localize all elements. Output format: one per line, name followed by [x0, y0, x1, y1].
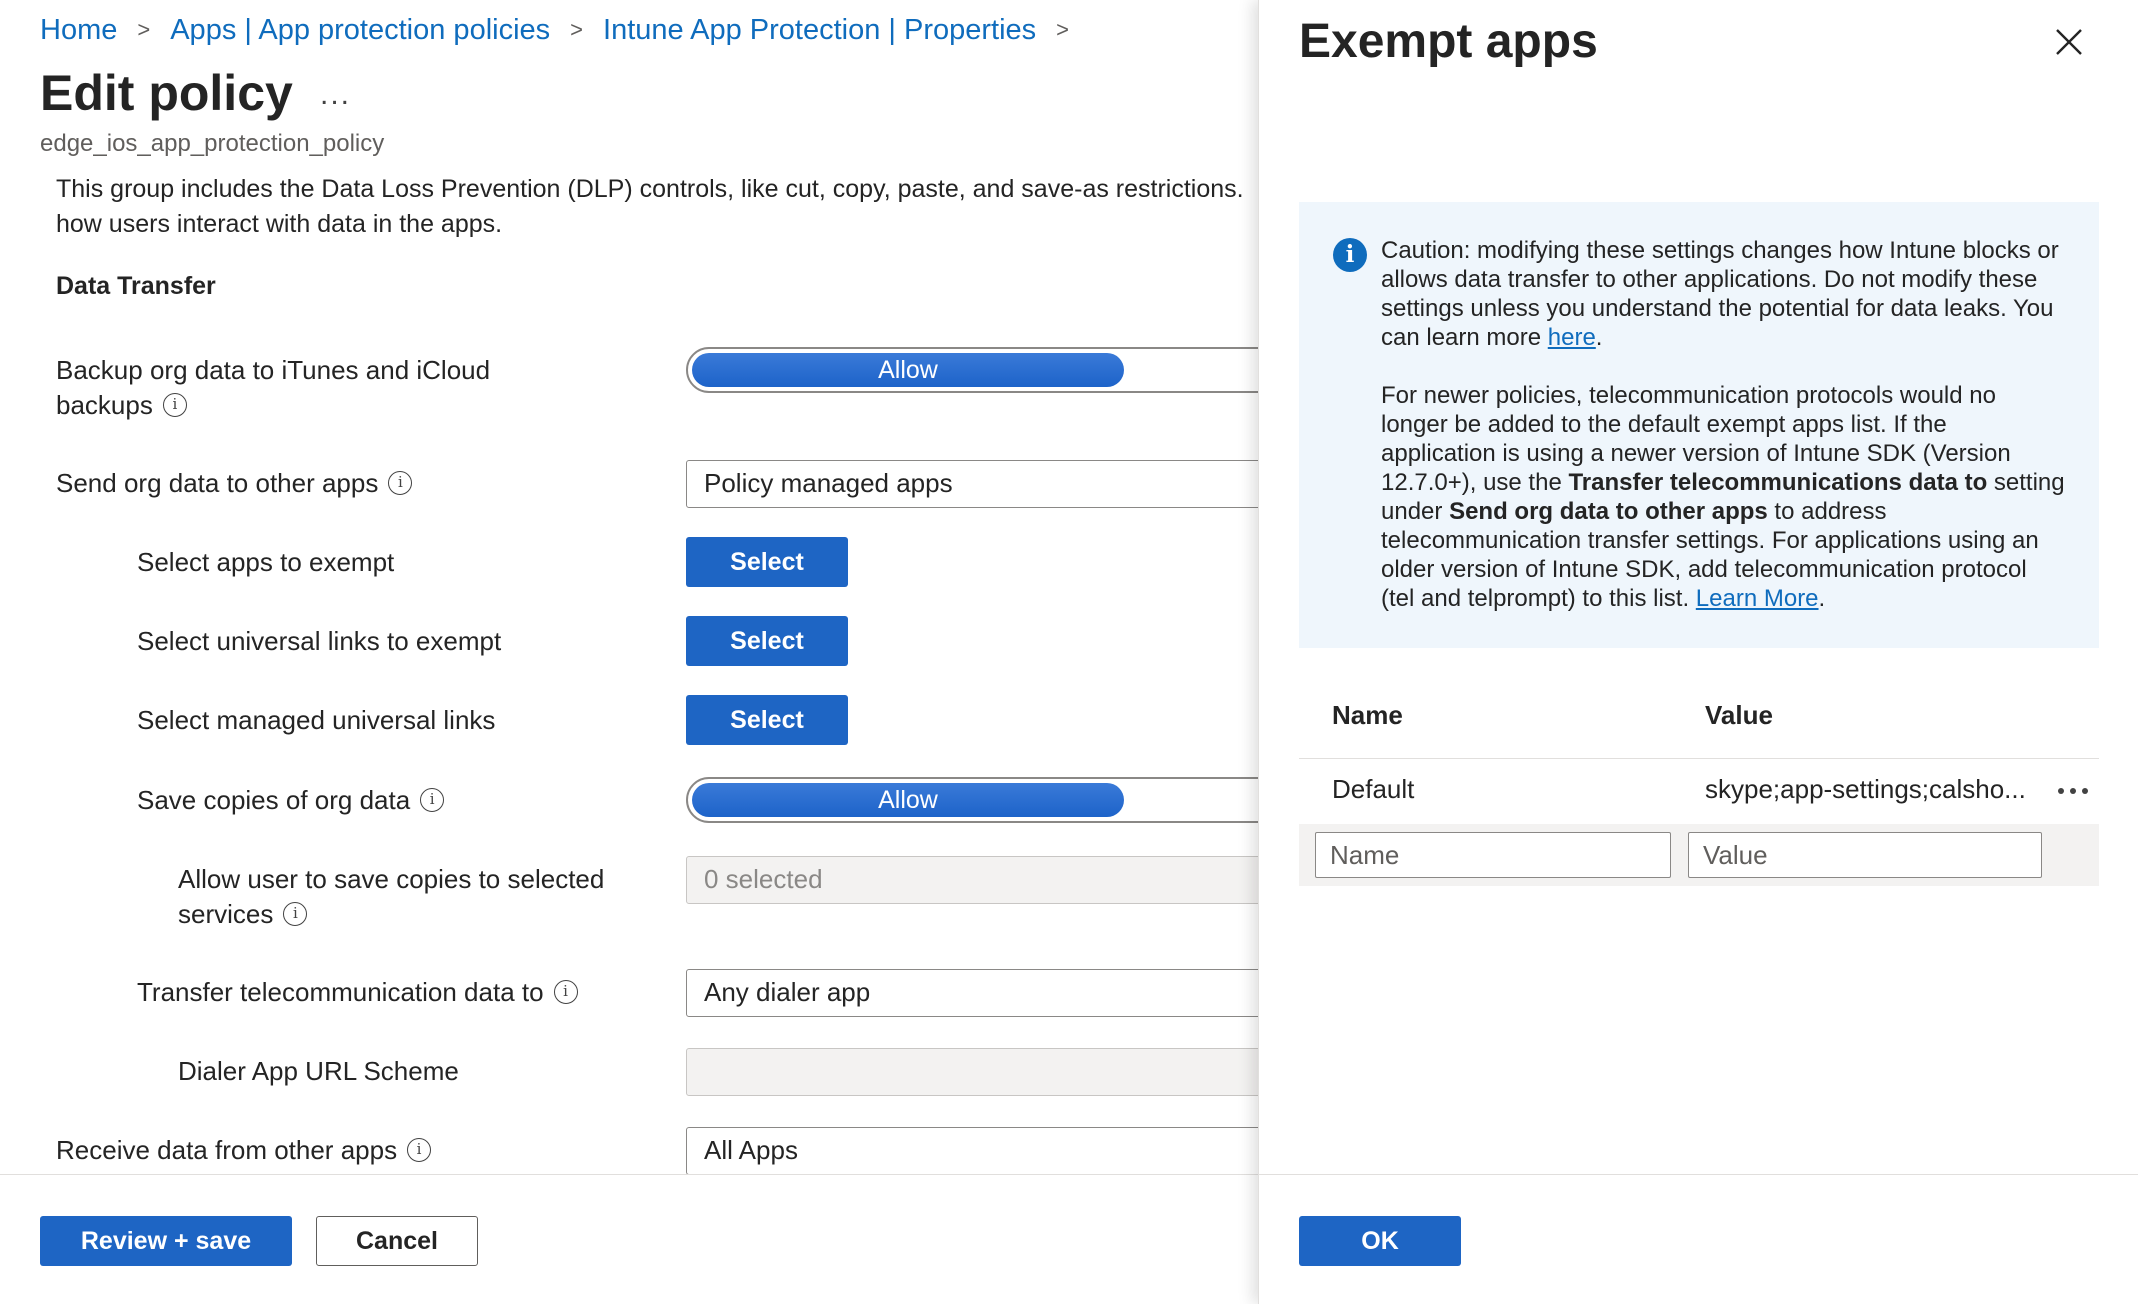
telecom-label: Transfer telecommunication data to i	[137, 975, 578, 1010]
page-title: Edit policy	[40, 65, 293, 121]
caution-infobox: i Caution: modifying these settings chan…	[1299, 202, 2099, 648]
save-services-dropdown: 0 selected	[686, 856, 1258, 904]
info-icon[interactable]: i	[283, 902, 308, 927]
backup-toggle[interactable]: Allow	[686, 347, 1258, 393]
toggle-allow-option[interactable]: Allow	[692, 353, 1124, 387]
ok-button[interactable]: OK	[1299, 1216, 1461, 1266]
select-exempt-apps-button[interactable]: Select	[686, 537, 848, 587]
info-icon[interactable]: i	[420, 788, 445, 813]
learn-more-here-link[interactable]: here	[1548, 324, 1596, 351]
section-description: This group includes the Data Loss Preven…	[56, 175, 1244, 238]
chevron-right-icon: >	[137, 17, 151, 42]
exempt-links-label: Select universal links to exempt	[137, 626, 502, 656]
exempt-apps-label: Select apps to exempt	[137, 547, 395, 577]
receive-data-label: Receive data from other apps i	[56, 1133, 432, 1168]
section-heading-data-transfer: Data Transfer	[56, 272, 216, 300]
breadcrumb-properties[interactable]: Intune App Protection | Properties	[603, 14, 1036, 47]
row-more-options-icon[interactable]	[2053, 774, 2093, 808]
name-input[interactable]	[1315, 832, 1671, 878]
cancel-button[interactable]: Cancel	[316, 1216, 478, 1266]
panel-footer: OK	[1259, 1174, 2138, 1304]
chevron-right-icon: >	[1056, 17, 1070, 42]
edit-policy-page: Home > Apps | App protection policies > …	[0, 0, 1258, 1304]
receive-data-dropdown[interactable]: All Apps	[686, 1127, 1258, 1175]
telecom-dropdown[interactable]: Any dialer app	[686, 969, 1258, 1017]
more-options-icon[interactable]: ...	[320, 78, 351, 112]
breadcrumb: Home > Apps | App protection policies > …	[40, 10, 1089, 50]
send-org-data-label: Send org data to other apps i	[56, 466, 413, 501]
select-managed-links-button[interactable]: Select	[686, 695, 848, 745]
chevron-right-icon: >	[570, 17, 584, 42]
close-icon[interactable]	[2049, 22, 2089, 62]
value-input[interactable]	[1688, 832, 2042, 878]
column-header-name: Name	[1332, 700, 1403, 730]
table-row-value: skype;app-settings;calsho...	[1705, 774, 2026, 804]
telecom-paragraph: For newer policies, telecommunication pr…	[1381, 382, 2065, 612]
save-copies-label: Save copies of org data i	[137, 783, 445, 818]
learn-more-link[interactable]: Learn More	[1696, 585, 1819, 612]
exempt-apps-panel: Exempt apps i Caution: modifying these s…	[1258, 0, 2138, 1304]
send-org-data-dropdown[interactable]: Policy managed apps	[686, 460, 1258, 508]
managed-links-label: Select managed universal links	[137, 705, 496, 735]
breadcrumb-home[interactable]: Home	[40, 14, 117, 47]
review-save-button[interactable]: Review + save	[40, 1216, 292, 1266]
panel-title: Exempt apps	[1299, 15, 1598, 68]
toggle-allow-option[interactable]: Allow	[692, 783, 1124, 817]
new-entry-row	[1299, 824, 2099, 886]
table-row-name: Default	[1332, 774, 1415, 804]
info-icon[interactable]: i	[553, 980, 578, 1005]
select-exempt-links-button[interactable]: Select	[686, 616, 848, 666]
policy-name: edge_ios_app_protection_policy	[40, 130, 385, 157]
save-copies-toggle[interactable]: Allow	[686, 777, 1258, 823]
table-divider	[1299, 758, 2099, 759]
dialer-scheme-label: Dialer App URL Scheme	[178, 1056, 459, 1086]
dialer-scheme-input	[686, 1048, 1258, 1096]
info-icon[interactable]: i	[388, 471, 413, 496]
page-footer: Review + save Cancel	[0, 1174, 1258, 1304]
column-header-value: Value	[1705, 700, 1773, 730]
info-icon: i	[1333, 238, 1367, 272]
save-services-label: Allow user to save copies to selected se…	[178, 864, 605, 929]
breadcrumb-app-protection-policies[interactable]: Apps | App protection policies	[170, 14, 550, 47]
caution-paragraph: Caution: modifying these settings change…	[1381, 237, 2059, 351]
info-icon[interactable]: i	[162, 393, 187, 418]
info-icon[interactable]: i	[407, 1138, 432, 1163]
backup-label: Backup org data to iTunes and iCloud bac…	[56, 355, 491, 420]
